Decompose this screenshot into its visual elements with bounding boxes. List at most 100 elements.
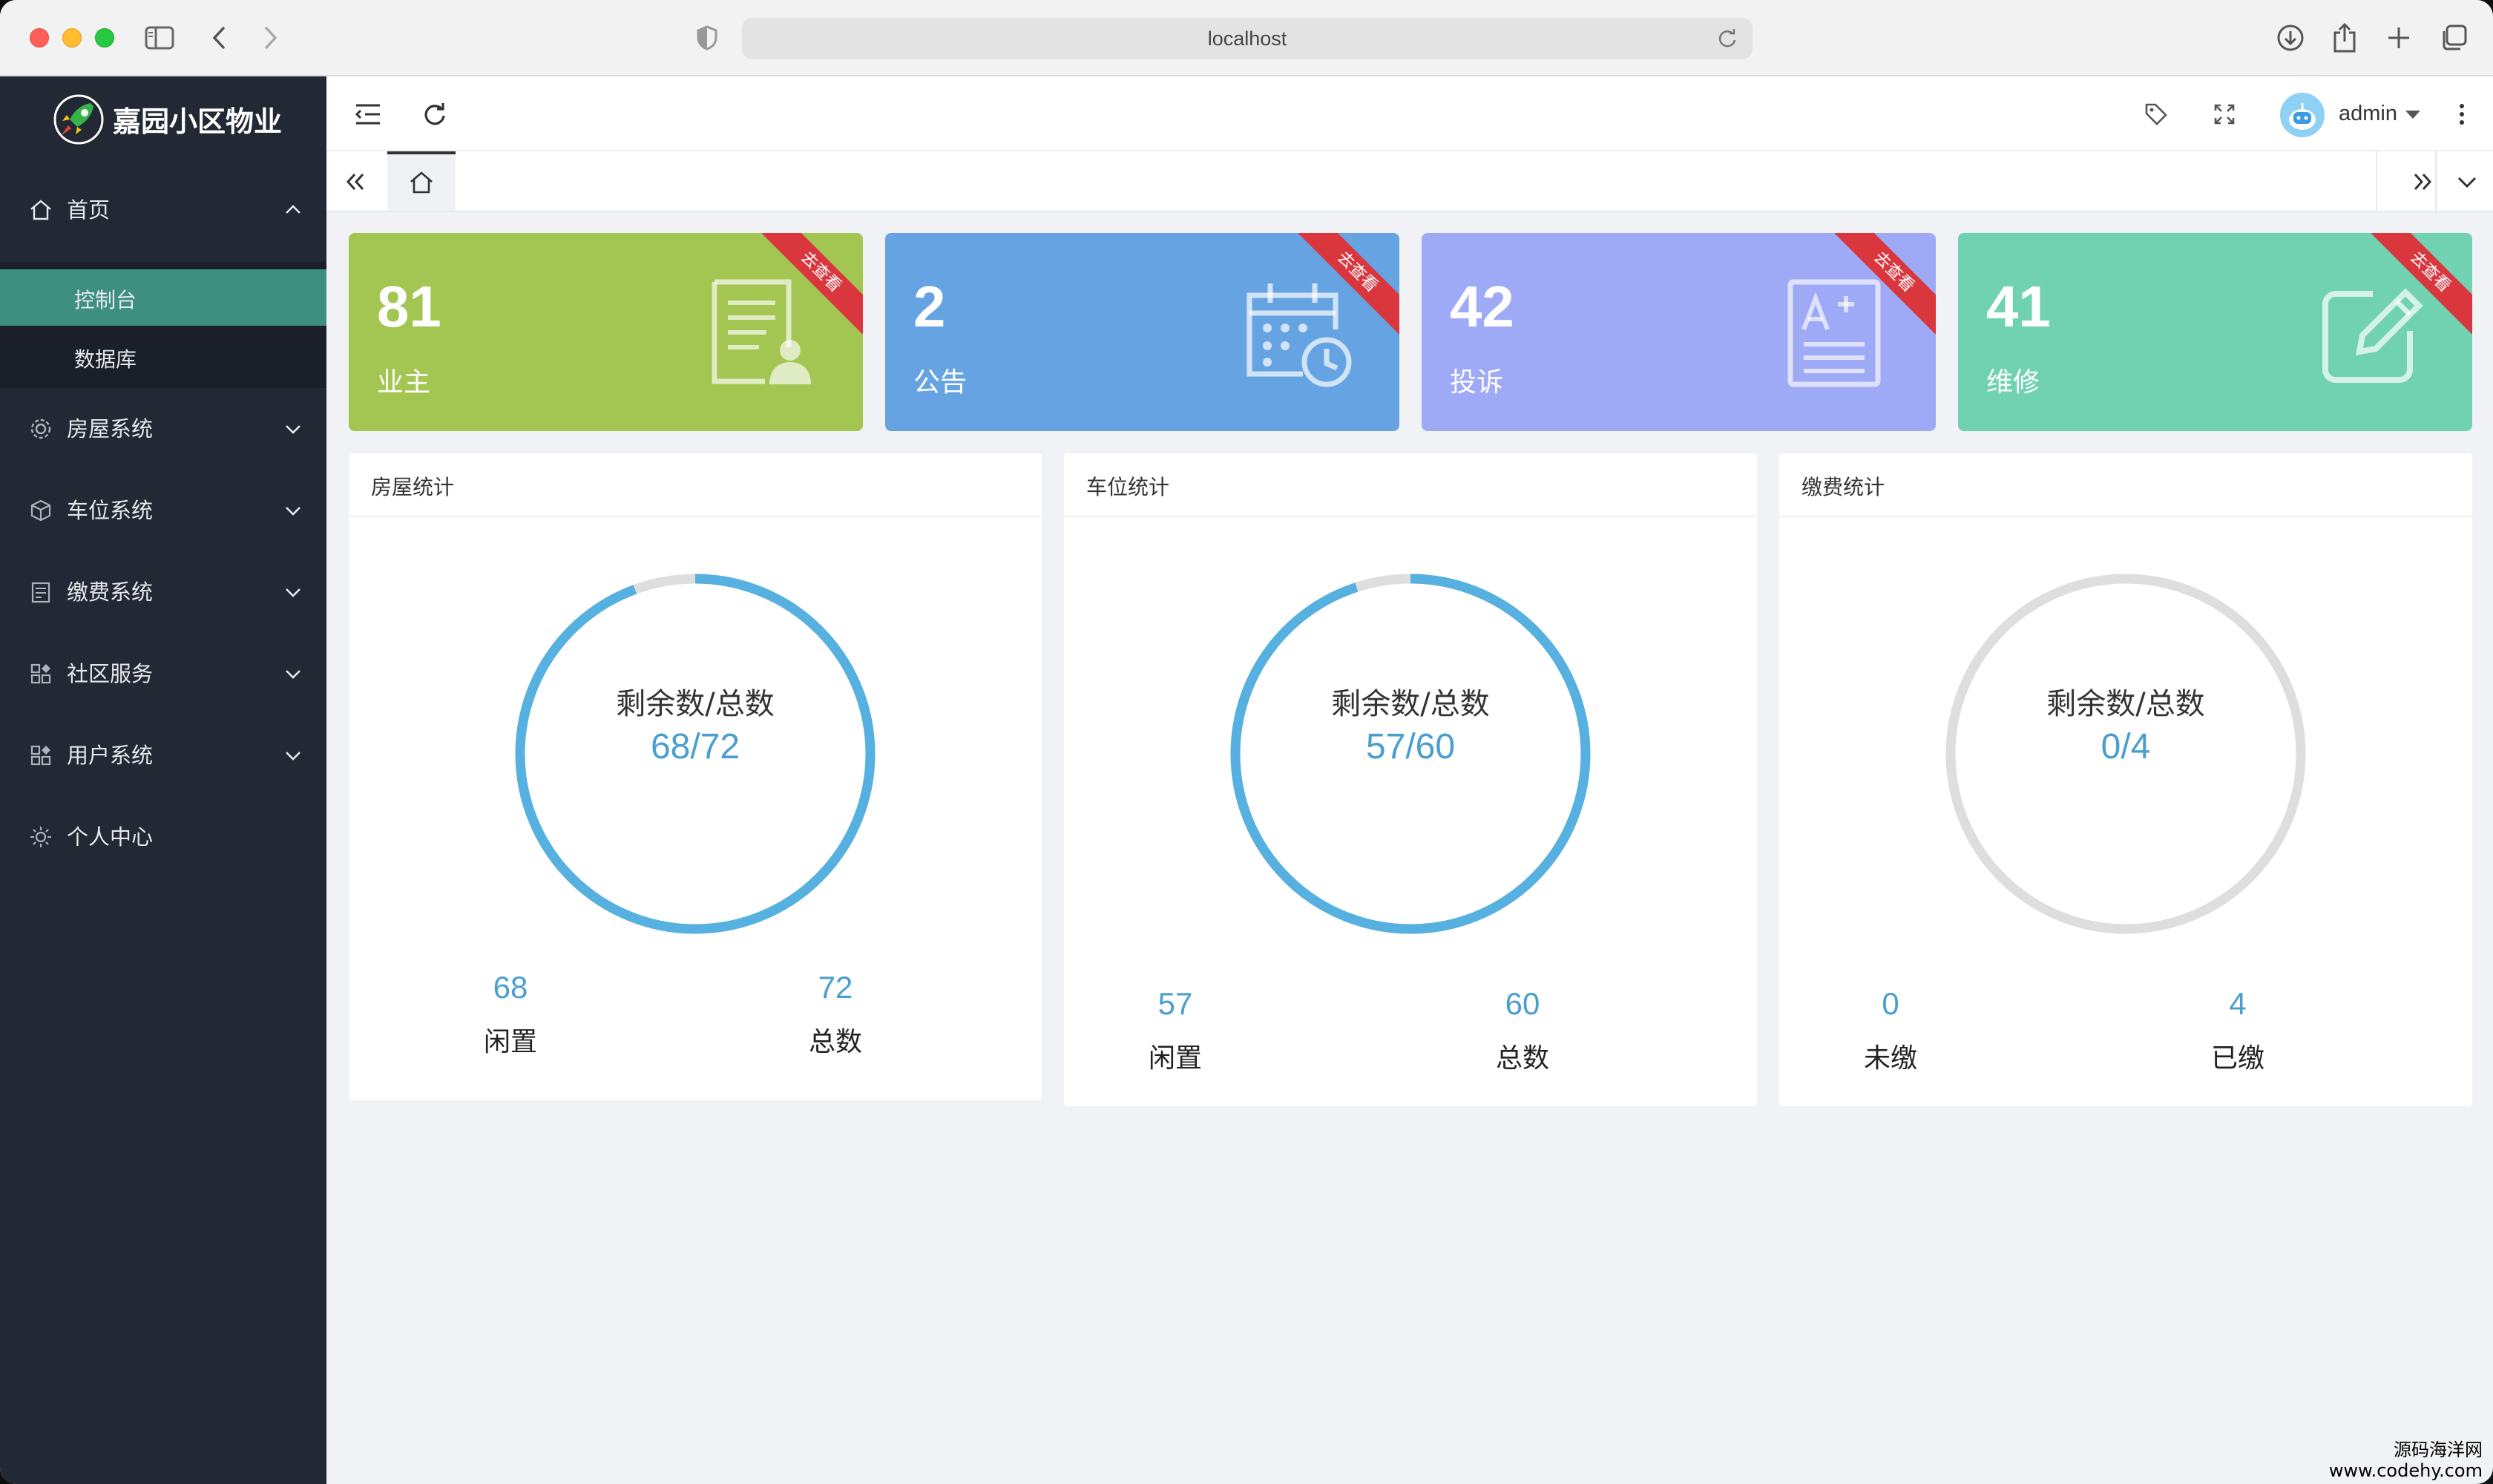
cube-icon [30, 499, 51, 522]
home-icon [30, 200, 51, 220]
minimize-window-button[interactable] [62, 28, 82, 47]
stat-paid: 4 已缴 [2126, 986, 2349, 1075]
tab-bar-divider [2435, 151, 2437, 211]
stat-card-notices[interactable]: 2 公告 去查看 [885, 233, 1399, 431]
share-icon[interactable] [2326, 19, 2363, 56]
watermark-line: www.codehy.com [2328, 1460, 2483, 1481]
brand-name: 嘉园小区物业 [113, 105, 283, 138]
back-icon[interactable] [200, 19, 237, 56]
stat-card-value: 41 [1986, 274, 2051, 339]
panel-divider [1064, 516, 1757, 517]
stat-idle: 68 闲置 [399, 970, 622, 1059]
sidebar-item-label: 数据库 [74, 347, 137, 372]
stat-value: 4 [2229, 986, 2247, 1021]
stat-card-label: 维修 [1986, 367, 2040, 398]
panel-housing-stats: 房屋统计 剩余数/总数 68/72 68 闲置 72 总数 [349, 453, 1042, 1100]
calendar-clock-icon [1246, 283, 1352, 387]
chevron-down-icon [286, 752, 300, 761]
sidebar-item-home[interactable]: 首页 [0, 169, 326, 251]
sidebar-item-parking[interactable]: 车位系统 [0, 470, 326, 551]
panel-title: 房屋统计 [371, 475, 455, 499]
stat-value: 57 [1157, 986, 1193, 1021]
refresh-icon[interactable] [416, 95, 454, 134]
robot-avatar-icon [2289, 103, 2316, 130]
fullscreen-icon[interactable] [2205, 95, 2244, 134]
collapse-menu-icon[interactable] [349, 95, 387, 134]
stat-card-complaints[interactable]: 42 投诉 去查看 [1422, 233, 1936, 431]
stat-total: 72 总数 [724, 970, 947, 1059]
sidebar: 嘉园小区物业 首页 控制台 数据库 房屋系统 车位系统 缴费系统 社区服务 用户… [0, 76, 326, 1484]
edit-icon [2322, 288, 2423, 383]
panel-divider [349, 516, 1042, 517]
top-header: admin [326, 76, 2493, 151]
watermark: 源码海洋网 www.codehy.com [2329, 1439, 2483, 1481]
stat-label: 已缴 [2210, 1043, 2264, 1074]
panel-payment-stats: 缴费统计 剩余数/总数 0/4 0 未缴 4 已缴 [1779, 453, 2472, 1106]
sidebar-item-label: 房屋系统 [67, 416, 154, 441]
browser-toolbar: localhost [0, 0, 2493, 76]
sidebar-item-community-service[interactable]: 社区服务 [0, 633, 326, 715]
caret-down-icon[interactable] [2404, 109, 2422, 121]
stat-label: 闲置 [1148, 1043, 1202, 1074]
sidebar-item-payment[interactable]: 缴费系统 [0, 551, 326, 633]
sun-gear-icon [30, 827, 51, 847]
sidebar-item-label: 车位系统 [67, 498, 154, 523]
stat-card-owners[interactable]: 81 业主 去查看 [349, 233, 863, 431]
chevron-down-icon [286, 588, 300, 597]
stat-card-label: 公告 [913, 367, 968, 398]
sidebar-item-personal-center[interactable]: 个人中心 [0, 796, 326, 878]
user-name[interactable]: admin [2339, 102, 2397, 126]
gear-icon [30, 418, 51, 439]
stat-card-value: 81 [377, 274, 441, 339]
url-text: localhost [1207, 27, 1287, 50]
download-icon[interactable] [2272, 19, 2309, 56]
stat-card-label: 投诉 [1450, 367, 1504, 398]
sidebar-item-dashboard[interactable]: 控制台 [0, 269, 326, 326]
gauge-caption: 剩余数/总数 [1331, 687, 1490, 721]
stat-card-label: 业主 [377, 367, 431, 398]
sidebar-item-user-system[interactable]: 用户系统 [0, 715, 326, 796]
tab-bar [326, 151, 2493, 212]
brand-logo[interactable]: 嘉园小区物业 [0, 76, 326, 158]
tab-bar-divider [2376, 151, 2377, 211]
stat-card-repairs[interactable]: 41 维修 去查看 [1958, 233, 2472, 431]
sidebar-toggle-icon[interactable] [141, 19, 178, 56]
chevron-down-icon [286, 425, 300, 434]
stat-idle: 57 闲置 [1064, 986, 1287, 1075]
stat-label: 总数 [808, 1027, 862, 1057]
zoom-window-button[interactable] [95, 28, 114, 47]
reload-page-icon[interactable] [1715, 27, 1739, 50]
watermark-line: 源码海洋网 [2394, 1439, 2483, 1460]
browser-window: localhost 嘉园小区物业 首页 控制台 数据库 房屋系统 车位系统 缴费… [0, 0, 2493, 1484]
privacy-shield-icon[interactable] [689, 19, 726, 56]
tab-options-chevron-down-icon[interactable] [2448, 163, 2486, 200]
sidebar-item-label: 控制台 [74, 288, 137, 312]
stat-value: 68 [493, 970, 528, 1005]
tab-overview-icon[interactable] [2435, 19, 2472, 56]
home-icon [410, 171, 433, 194]
sidebar-item-label: 用户系统 [67, 743, 154, 768]
sidebar-item-label: 社区服务 [67, 661, 154, 686]
tag-icon[interactable] [2137, 95, 2175, 134]
resume-icon [712, 279, 811, 384]
sidebar-submenu-home: 控制台 数据库 [0, 262, 326, 388]
sidebar-item-housing[interactable]: 房屋系统 [0, 388, 326, 470]
tab-home[interactable] [387, 151, 456, 211]
sidebar-item-database[interactable]: 数据库 [0, 329, 326, 385]
scroll-tabs-left-icon[interactable] [337, 163, 374, 200]
panel-title: 车位统计 [1086, 475, 1170, 499]
stat-value: 0 [1882, 986, 1899, 1021]
stat-unpaid: 0 未缴 [1779, 986, 2002, 1075]
gauge-ratio: 0/4 [2101, 727, 2151, 766]
chevron-down-icon [286, 507, 300, 516]
close-window-button[interactable] [30, 28, 49, 47]
panel-divider [1779, 516, 2472, 517]
stat-label: 未缴 [1863, 1043, 1917, 1074]
avatar[interactable] [2280, 93, 2325, 137]
new-tab-icon[interactable] [2380, 19, 2417, 56]
address-bar[interactable]: localhost [742, 18, 1753, 59]
forward-icon[interactable] [252, 19, 289, 56]
stat-value: 60 [1505, 986, 1540, 1021]
document-a-icon [1787, 279, 1881, 387]
more-vertical-icon[interactable] [2443, 95, 2481, 134]
